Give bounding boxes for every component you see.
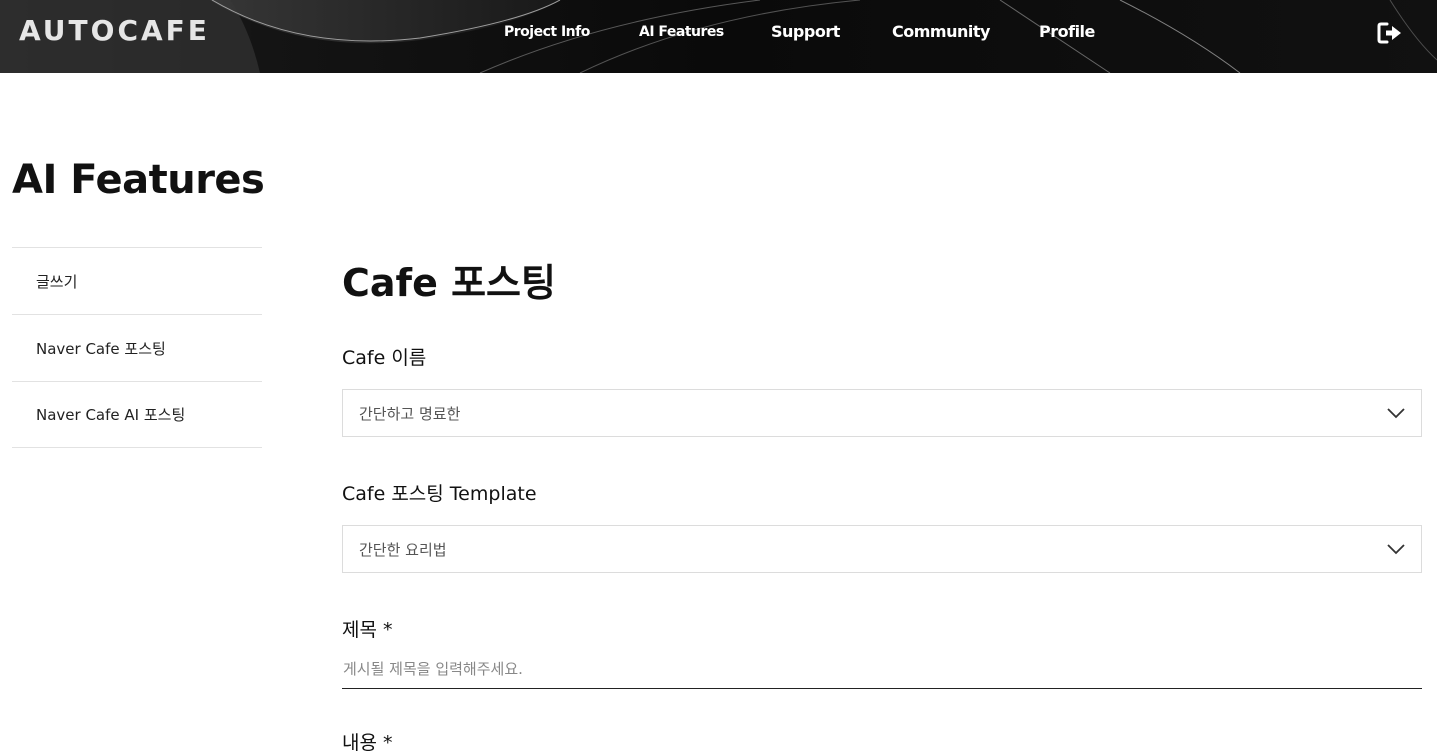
cafe-name-label: Cafe 이름 — [342, 347, 427, 369]
nav-support[interactable]: Support — [771, 22, 840, 41]
nav-profile[interactable]: Profile — [1039, 22, 1095, 41]
template-label: Cafe 포스팅 Template — [342, 483, 537, 505]
subject-input[interactable] — [342, 650, 1422, 689]
nav-ai-features[interactable]: AI Features — [639, 24, 724, 40]
logo[interactable]: AUTOCAFE — [19, 14, 210, 47]
chevron-down-icon — [1387, 408, 1405, 419]
sidebar-item-naver-cafe-posting[interactable]: Naver Cafe 포스팅 — [12, 314, 262, 381]
cafe-name-selected-value: 간단하고 명료한 — [359, 404, 461, 423]
template-select[interactable]: 간단한 요리법 — [342, 525, 1422, 573]
cafe-name-select[interactable]: 간단하고 명료한 — [342, 389, 1422, 437]
nav-project-info[interactable]: Project Info — [504, 24, 590, 40]
sign-out-icon[interactable] — [1377, 21, 1403, 45]
subject-label: 제목 * — [342, 619, 393, 641]
nav-community[interactable]: Community — [892, 22, 990, 41]
top-header: AUTOCAFE Project Info AI Features Suppor… — [0, 0, 1437, 73]
sidebar: 글쓰기 Naver Cafe 포스팅 Naver Cafe AI 포스팅 — [12, 247, 262, 448]
sidebar-item-writing[interactable]: 글쓰기 — [12, 247, 262, 314]
sidebar-item-naver-cafe-ai-posting[interactable]: Naver Cafe AI 포스팅 — [12, 381, 262, 448]
template-selected-value: 간단한 요리법 — [359, 540, 447, 559]
page-title: AI Features — [12, 157, 265, 203]
content-label: 내용 * — [342, 732, 393, 754]
chevron-down-icon — [1387, 544, 1405, 555]
section-title: Cafe 포스팅 — [342, 261, 556, 305]
